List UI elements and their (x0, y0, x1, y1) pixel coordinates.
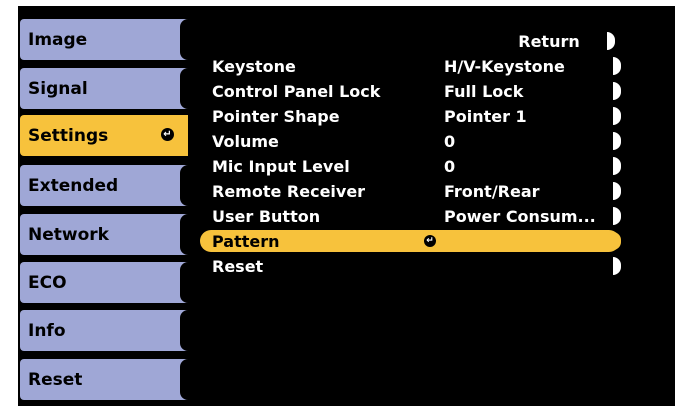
setting-label: Pointer Shape (212, 106, 340, 126)
sidebar-item-eco[interactable]: ECO (20, 262, 196, 303)
setting-label: Remote Receiver (212, 181, 366, 201)
setting-label: Reset (212, 256, 264, 276)
tab-cap (180, 359, 196, 400)
sidebar-item-label: Settings (28, 125, 109, 146)
tab-cap (180, 214, 196, 255)
setting-row-mic-input-level[interactable]: Mic Input Level 0 (200, 155, 621, 177)
setting-row-keystone[interactable]: Keystone H/V-Keystone (200, 55, 621, 77)
setting-value: Pointer 1 (444, 106, 527, 126)
setting-label: User Button (212, 206, 321, 226)
sidebar-item-label: Image (28, 29, 88, 50)
setting-row-control-panel-lock[interactable]: Control Panel Lock Full Lock (200, 80, 621, 102)
setting-value: H/V-Keystone (444, 56, 565, 76)
settings-panel: Return Keystone H/V-Keystone Control Pan… (200, 30, 621, 290)
sidebar-item-label: ECO (28, 272, 67, 293)
sidebar-item-label: Info (28, 320, 66, 341)
setting-value: Front/Rear (444, 181, 540, 201)
setting-label: Mic Input Level (212, 156, 350, 176)
setting-row-remote-receiver[interactable]: Remote Receiver Front/Rear (200, 180, 621, 202)
sidebar-item-settings[interactable]: Settings ↵ (20, 115, 188, 156)
sidebar-item-label: Reset (28, 369, 83, 390)
return-label: Return (518, 31, 580, 51)
setting-row-pattern[interactable]: Pattern ↵ (200, 230, 621, 252)
setting-label: Volume (212, 131, 279, 151)
sidebar-item-reset[interactable]: Reset (20, 359, 196, 400)
setting-label: Control Panel Lock (212, 81, 381, 101)
tab-cap (180, 262, 196, 303)
sidebar: Image Signal Settings ↵ Extended Network… (18, 0, 196, 410)
sidebar-item-label: Network (28, 224, 109, 245)
setting-label: Keystone (212, 56, 296, 76)
settings-list: Keystone H/V-Keystone Control Panel Lock… (200, 55, 621, 280)
sidebar-item-label: Extended (28, 175, 119, 196)
sidebar-item-label: Signal (28, 78, 88, 99)
setting-value: 0 (444, 131, 456, 151)
enter-return-icon: ↵ (161, 128, 174, 141)
setting-row-volume[interactable]: Volume 0 (200, 130, 621, 152)
sidebar-item-signal[interactable]: Signal (20, 68, 196, 109)
setting-row-pointer-shape[interactable]: Pointer Shape Pointer 1 (200, 105, 621, 127)
sidebar-item-network[interactable]: Network (20, 214, 196, 255)
setting-label: Pattern (212, 231, 280, 251)
sidebar-item-image[interactable]: Image (20, 19, 196, 60)
tab-cap (180, 165, 196, 206)
tab-cap (180, 19, 196, 60)
tab-cap (180, 68, 196, 109)
setting-value: 0 (444, 156, 456, 176)
setting-row-user-button[interactable]: User Button Power Consum... (200, 205, 621, 227)
return-button[interactable]: Return (484, 30, 615, 52)
setting-value: Power Consum... (444, 206, 596, 226)
tab-cap (180, 310, 196, 351)
enter-return-icon: ↵ (424, 235, 436, 247)
sidebar-item-info[interactable]: Info (20, 310, 196, 351)
sidebar-item-extended[interactable]: Extended (20, 165, 196, 206)
setting-value: Full Lock (444, 81, 524, 101)
setting-row-reset[interactable]: Reset (200, 255, 621, 277)
